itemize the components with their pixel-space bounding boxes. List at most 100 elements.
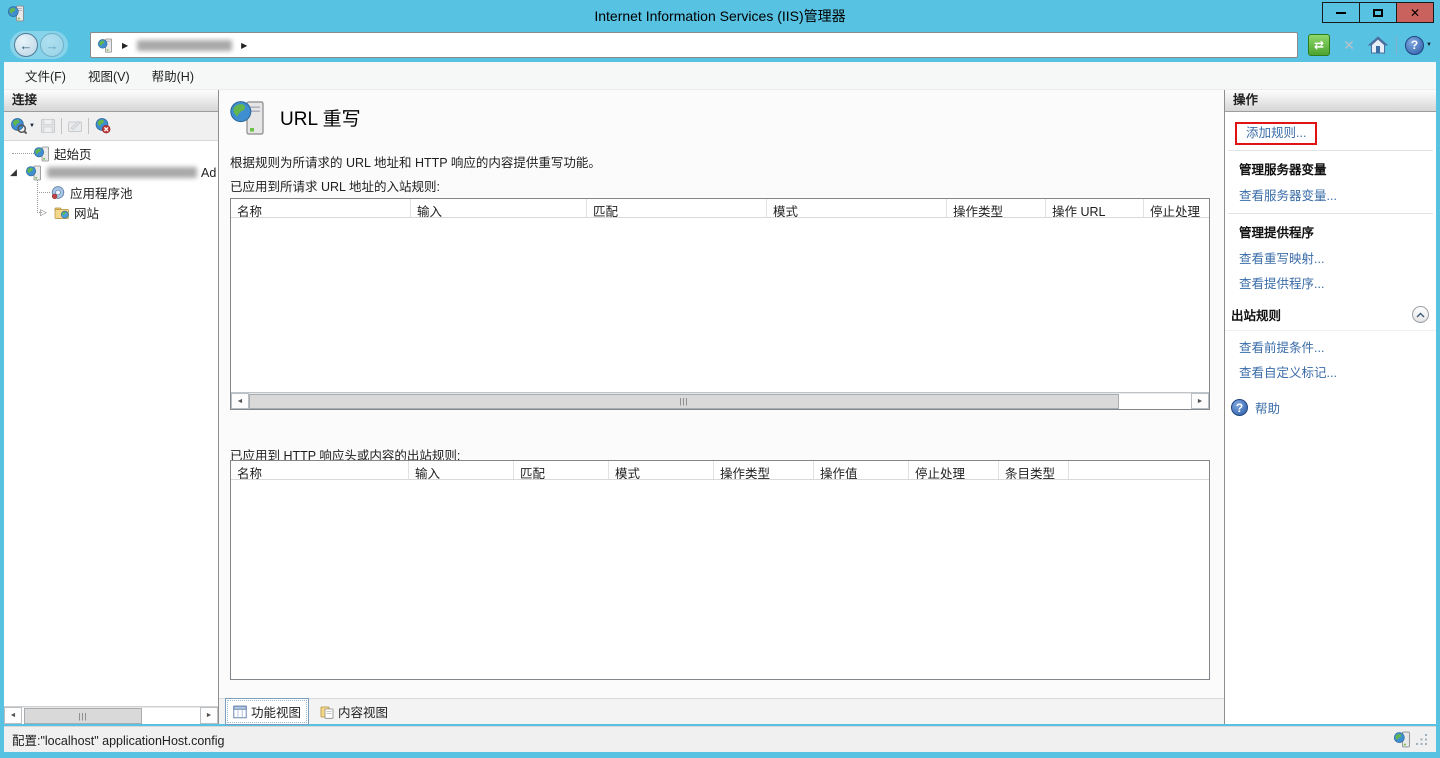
menu-help[interactable]: 帮助(H) — [143, 62, 203, 89]
view-rewrite-maps-link[interactable]: 查看重写映射... — [1239, 248, 1324, 267]
tree-line — [12, 153, 34, 154]
column-header-input[interactable]: 输入 — [409, 461, 514, 479]
view-custom-tags-link[interactable]: 查看自定义标记... — [1239, 362, 1337, 381]
rename-button[interactable] — [67, 118, 83, 134]
server-icon — [98, 38, 113, 53]
server-name-redacted — [137, 40, 232, 51]
features-view-icon — [233, 705, 247, 719]
tab-content-view[interactable]: 内容视图 — [313, 699, 395, 724]
column-header-name[interactable]: 名称 — [231, 461, 409, 479]
nav-buttons: ← → — [10, 31, 68, 59]
back-button[interactable]: ← — [14, 33, 38, 57]
tree-item-start-page[interactable]: 起始页 — [34, 144, 92, 163]
address-bar-row: ← → ▶ ▶ ⇄ ✕ ? — [4, 28, 1436, 62]
disconnect-button[interactable] — [94, 117, 111, 134]
view-providers-link[interactable]: 查看提供程序... — [1239, 273, 1324, 292]
tree-item-label: Ad — [201, 166, 216, 180]
tab-features-view[interactable]: 功能视图 — [225, 698, 309, 725]
stop-button[interactable]: ✕ — [1338, 34, 1360, 56]
page-title: URL 重写 — [280, 104, 361, 131]
tab-label: 功能视图 — [251, 702, 301, 721]
highlight-box: 添加规则... — [1235, 122, 1317, 145]
tree-item-label: 应用程序池 — [70, 183, 133, 202]
save-connection-button[interactable] — [40, 118, 56, 134]
scrollbar-thumb[interactable]: ||| — [24, 708, 142, 724]
help-row: ? 帮助 — [1225, 384, 1436, 417]
tab-label: 内容视图 — [338, 702, 388, 721]
maximize-icon — [1373, 9, 1383, 17]
view-server-variables-link[interactable]: 查看服务器变量... — [1239, 185, 1337, 204]
forward-icon: → — [46, 38, 59, 53]
connections-tree: 起始页 ◢ Ad 应用程序池 — [4, 140, 218, 706]
refresh-button[interactable]: ⇄ — [1308, 34, 1330, 56]
expander-open-icon[interactable]: ◢ — [10, 167, 20, 178]
inbound-table-hscrollbar[interactable]: ◄ ||| ► — [231, 392, 1209, 409]
close-button[interactable]: ✕ — [1396, 2, 1434, 23]
scroll-left-icon[interactable]: ◄ — [4, 707, 22, 724]
column-header-match[interactable]: 匹配 — [587, 199, 767, 217]
column-header-input[interactable]: 输入 — [411, 199, 587, 217]
home-button[interactable] — [1368, 36, 1388, 54]
column-header-entry-type[interactable]: 条目类型 — [999, 461, 1069, 479]
status-text: 配置:"localhost" applicationHost.config — [12, 730, 224, 749]
resize-grip[interactable] — [1415, 733, 1428, 746]
group-title-outbound-rules: 出站规则 — [1231, 305, 1281, 324]
window-title: Internet Information Services (IIS)管理器 — [0, 6, 1440, 26]
scrollbar-track[interactable]: ||| — [22, 707, 200, 724]
rename-icon — [67, 118, 83, 134]
scrollbar-track[interactable]: ||| — [249, 393, 1191, 409]
column-header-pattern[interactable]: 模式 — [609, 461, 714, 479]
column-header-stop[interactable]: 停止处理 — [1144, 199, 1209, 217]
tree-item-sites[interactable]: ▷ 网站 — [40, 203, 99, 222]
column-header-action-type[interactable]: 操作类型 — [947, 199, 1046, 217]
maximize-button[interactable] — [1359, 2, 1397, 23]
scroll-right-icon[interactable]: ► — [200, 707, 218, 724]
help-link[interactable]: 帮助 — [1255, 398, 1280, 417]
iis-status-icon — [1394, 731, 1411, 748]
expander-closed-icon[interactable]: ▷ — [40, 207, 50, 218]
stop-icon: ✕ — [1343, 37, 1355, 54]
back-icon: ← — [20, 38, 33, 53]
inbound-rules-table: 名称 输入 匹配 模式 操作类型 操作 URL 停止处理 ◄ ||| ► — [230, 198, 1210, 410]
outbound-table-body[interactable] — [231, 480, 1209, 679]
connections-hscrollbar[interactable]: ◄ ||| ► — [4, 706, 218, 724]
group-title-server-variables: 管理服务器变量 — [1225, 151, 1436, 182]
column-header-stop[interactable]: 停止处理 — [909, 461, 999, 479]
group-header-outbound-rules: 出站规则 — [1225, 299, 1436, 331]
connections-toolbar: ▼ — [4, 112, 218, 139]
view-tabs-bar: 功能视图 内容视图 — [219, 698, 1224, 724]
breadcrumb-arrow-icon: ▶ — [122, 41, 128, 50]
forward-button[interactable]: → — [40, 33, 64, 57]
start-page-icon — [34, 146, 50, 162]
inbound-table-body[interactable] — [231, 218, 1209, 392]
column-header-match[interactable]: 匹配 — [514, 461, 609, 479]
actions-header: 操作 — [1225, 90, 1436, 112]
tree-item-app-pools[interactable]: 应用程序池 — [50, 183, 133, 202]
connections-header: 连接 — [4, 90, 218, 112]
column-header-pattern[interactable]: 模式 — [767, 199, 947, 217]
close-icon: ✕ — [1410, 7, 1420, 19]
menu-view[interactable]: 视图(V) — [79, 62, 139, 89]
tree-item-label: 起始页 — [54, 144, 92, 163]
column-header-action-type[interactable]: 操作类型 — [714, 461, 814, 479]
create-connection-button[interactable]: ▼ — [10, 117, 35, 134]
content-view-icon — [320, 705, 334, 719]
breadcrumb[interactable]: ▶ ▶ — [90, 32, 1298, 58]
save-icon — [40, 118, 56, 134]
column-header-name[interactable]: 名称 — [231, 199, 411, 217]
help-menu-button[interactable]: ? ▼ — [1405, 36, 1432, 55]
scrollbar-thumb[interactable]: ||| — [249, 394, 1119, 409]
scroll-right-icon[interactable]: ► — [1191, 393, 1209, 409]
collapse-button[interactable] — [1412, 306, 1429, 323]
column-header-action-value[interactable]: 操作值 — [814, 461, 909, 479]
minimize-button[interactable] — [1322, 2, 1360, 23]
toolbar-separator — [88, 118, 89, 134]
tree-item-server[interactable]: ◢ Ad — [10, 163, 216, 182]
menu-file[interactable]: 文件(F) — [16, 62, 75, 89]
dropdown-icon: ▼ — [29, 123, 35, 129]
add-rule-link[interactable]: 添加规则... — [1246, 122, 1306, 141]
column-header-action-url[interactable]: 操作 URL — [1046, 199, 1144, 217]
view-preconditions-link[interactable]: 查看前提条件... — [1239, 337, 1324, 356]
scroll-left-icon[interactable]: ◄ — [231, 393, 249, 409]
help-mark: ? — [1411, 38, 1418, 52]
